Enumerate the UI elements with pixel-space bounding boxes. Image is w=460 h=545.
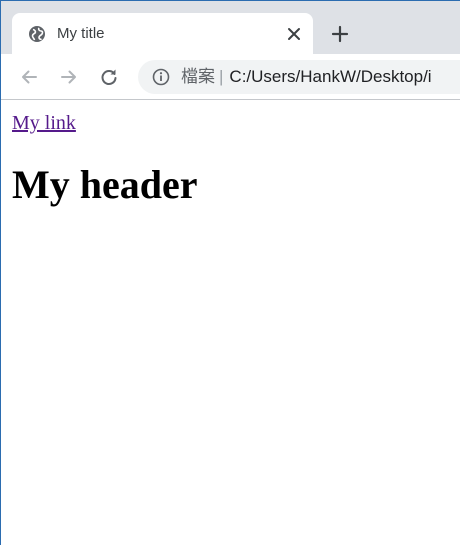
browser-window: My title 檔案 | C:/Users/HankW/Desktop/i M… — [0, 0, 460, 545]
address-text[interactable]: 檔案 | C:/Users/HankW/Desktop/i — [181, 67, 432, 87]
address-bar[interactable]: 檔案 | C:/Users/HankW/Desktop/i — [138, 60, 460, 94]
reload-icon[interactable] — [99, 67, 119, 87]
url-separator: | — [219, 67, 224, 86]
info-icon[interactable] — [152, 68, 170, 86]
tab-title: My title — [57, 25, 105, 42]
browser-toolbar: 檔案 | C:/Users/HankW/Desktop/i — [1, 54, 460, 100]
arrow-right-icon[interactable] — [59, 67, 79, 87]
tab-strip: My title — [1, 1, 460, 54]
scheme-label: 檔案 — [181, 67, 215, 86]
page-link[interactable]: My link — [12, 111, 76, 135]
page-content: My link My header — [1, 101, 460, 545]
globe-icon — [29, 26, 45, 42]
arrow-left-icon[interactable] — [19, 67, 39, 87]
page-header: My header — [12, 162, 198, 207]
plus-icon[interactable] — [330, 24, 350, 44]
close-icon[interactable] — [285, 25, 303, 43]
tab-active[interactable]: My title — [12, 13, 313, 54]
url-path: C:/Users/HankW/Desktop/i — [229, 67, 432, 86]
